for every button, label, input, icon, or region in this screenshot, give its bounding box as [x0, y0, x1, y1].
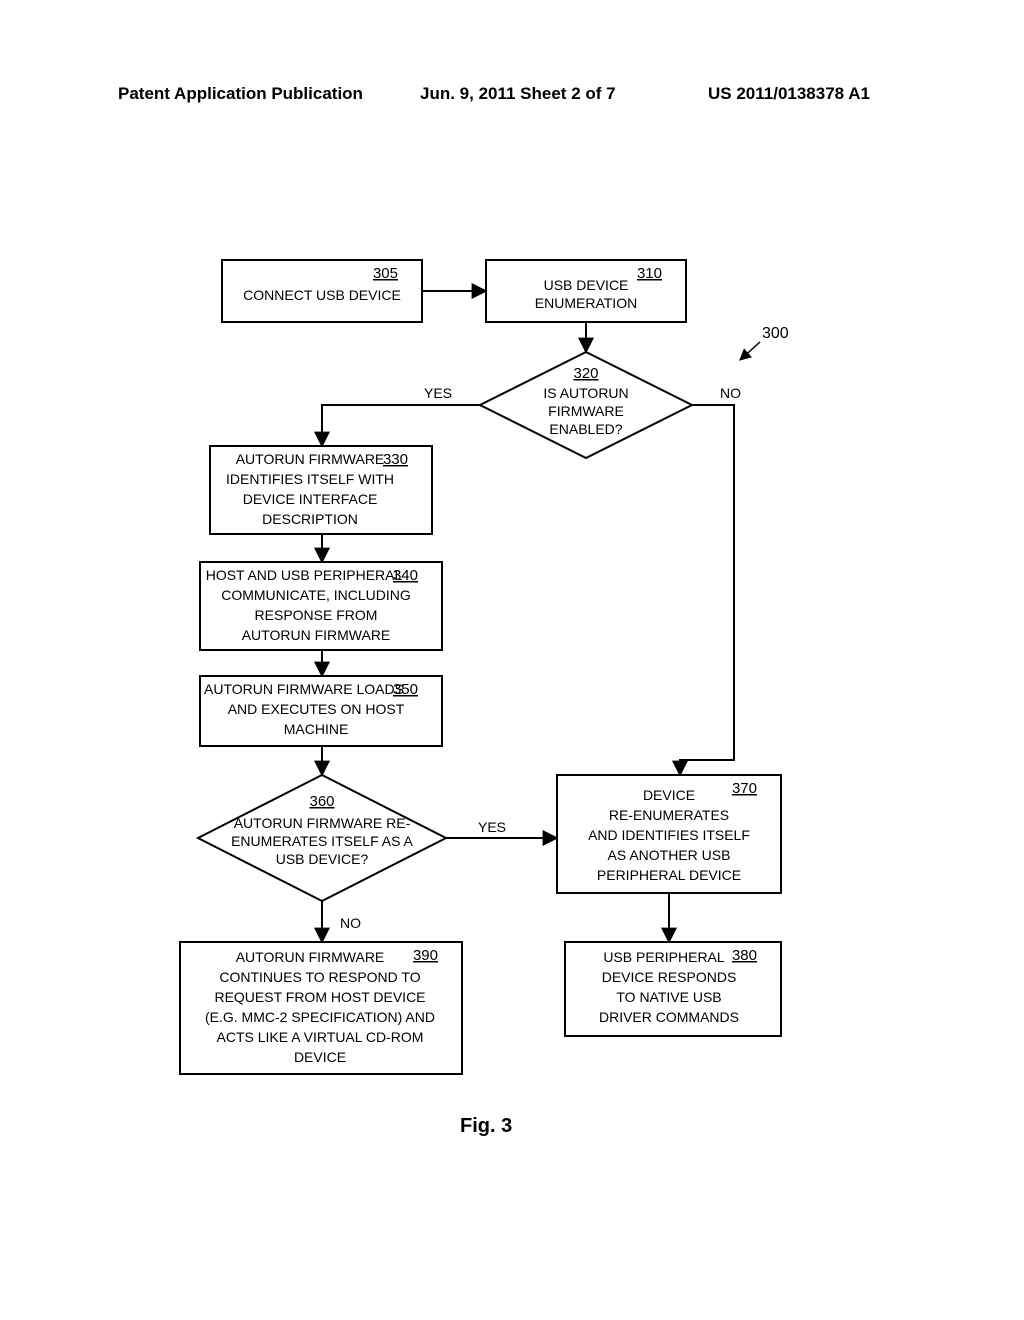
svg-text:ENUMERATES ITSELF AS A: ENUMERATES ITSELF AS A: [231, 833, 413, 849]
svg-text:310: 310: [637, 265, 662, 282]
svg-text:ACTS LIKE A VIRTUAL CD-ROM: ACTS LIKE A VIRTUAL CD-ROM: [217, 1029, 424, 1045]
svg-text:DEVICE RESPONDS: DEVICE RESPONDS: [602, 969, 737, 985]
svg-text:NO: NO: [720, 385, 741, 401]
svg-text:AUTORUN FIRMWARE LOADS: AUTORUN FIRMWARE LOADS: [204, 681, 404, 697]
svg-text:AUTORUN FIRMWARE RE-: AUTORUN FIRMWARE RE-: [234, 815, 411, 831]
svg-text:MACHINE: MACHINE: [284, 721, 349, 737]
node-370: 370 DEVICE RE-ENUMERATES AND IDENTIFIES …: [557, 775, 781, 893]
svg-text:ENABLED?: ENABLED?: [549, 421, 622, 437]
svg-text:AUTORUN FIRMWARE: AUTORUN FIRMWARE: [236, 949, 385, 965]
svg-text:AUTORUN FIRMWARE: AUTORUN FIRMWARE: [236, 451, 385, 467]
svg-text:(E.G. MMC-2 SPECIFICATION) AND: (E.G. MMC-2 SPECIFICATION) AND: [205, 1009, 435, 1025]
svg-text:DESCRIPTION: DESCRIPTION: [262, 511, 358, 527]
svg-text:DEVICE INTERFACE: DEVICE INTERFACE: [243, 491, 378, 507]
svg-text:RESPONSE FROM: RESPONSE FROM: [255, 607, 378, 623]
svg-text:DEVICE: DEVICE: [643, 787, 695, 803]
edge-360-yes: YES: [446, 819, 557, 838]
svg-text:USB DEVICE?: USB DEVICE?: [276, 851, 369, 867]
svg-text:370: 370: [732, 780, 757, 797]
edge-360-no: NO: [322, 901, 361, 942]
node-320: 320 IS AUTORUN FIRMWARE ENABLED?: [480, 352, 692, 458]
node-380: 380 USB PERIPHERAL DEVICE RESPONDS TO NA…: [565, 942, 781, 1036]
svg-text:COMMUNICATE, INCLUDING: COMMUNICATE, INCLUDING: [221, 587, 411, 603]
edge-320-no: NO: [680, 385, 741, 775]
svg-text:HOST AND USB PERIPHERAL: HOST AND USB PERIPHERAL: [206, 567, 403, 583]
svg-text:CONNECT USB DEVICE: CONNECT USB DEVICE: [243, 287, 401, 303]
svg-text:AS ANOTHER USB: AS ANOTHER USB: [608, 847, 731, 863]
svg-text:300: 300: [762, 325, 789, 342]
svg-text:AUTORUN FIRMWARE: AUTORUN FIRMWARE: [242, 627, 391, 643]
svg-text:YES: YES: [478, 819, 506, 835]
node-330: 330 AUTORUN FIRMWARE IDENTIFIES ITSELF W…: [210, 446, 432, 534]
svg-text:390: 390: [413, 947, 438, 964]
svg-text:DEVICE: DEVICE: [294, 1049, 346, 1065]
edge-320-yes: YES: [322, 385, 480, 446]
svg-text:ENUMERATION: ENUMERATION: [535, 295, 637, 311]
svg-text:TO NATIVE USB: TO NATIVE USB: [616, 989, 721, 1005]
svg-text:IDENTIFIES ITSELF WITH: IDENTIFIES ITSELF WITH: [226, 471, 394, 487]
node-305: 305 CONNECT USB DEVICE: [222, 260, 422, 322]
svg-text:NO: NO: [340, 915, 361, 931]
node-340: 340 HOST AND USB PERIPHERAL COMMUNICATE,…: [200, 562, 442, 650]
figure-caption: Fig. 3: [460, 1115, 512, 1138]
svg-text:USB PERIPHERAL: USB PERIPHERAL: [603, 949, 725, 965]
node-360: 360 AUTORUN FIRMWARE RE- ENUMERATES ITSE…: [198, 775, 446, 901]
svg-text:305: 305: [373, 265, 398, 282]
svg-text:380: 380: [732, 947, 757, 964]
svg-text:AND IDENTIFIES ITSELF: AND IDENTIFIES ITSELF: [588, 827, 750, 843]
svg-text:YES: YES: [424, 385, 452, 401]
svg-text:IS AUTORUN: IS AUTORUN: [543, 385, 628, 401]
svg-text:FIRMWARE: FIRMWARE: [548, 403, 624, 419]
svg-text:CONTINUES TO RESPOND TO: CONTINUES TO RESPOND TO: [219, 969, 420, 985]
node-350: 350 AUTORUN FIRMWARE LOADS AND EXECUTES …: [200, 676, 442, 746]
svg-text:REQUEST FROM HOST DEVICE: REQUEST FROM HOST DEVICE: [214, 989, 425, 1005]
page: Patent Application Publication Jun. 9, 2…: [0, 0, 1024, 1320]
svg-text:USB DEVICE: USB DEVICE: [544, 277, 629, 293]
svg-text:360: 360: [309, 793, 334, 810]
svg-text:320: 320: [573, 365, 598, 382]
svg-text:PERIPHERAL DEVICE: PERIPHERAL DEVICE: [597, 867, 741, 883]
diagram-label-300: 300: [740, 325, 789, 360]
svg-text:330: 330: [383, 451, 408, 468]
svg-text:RE-ENUMERATES: RE-ENUMERATES: [609, 807, 729, 823]
svg-text:AND EXECUTES ON HOST: AND EXECUTES ON HOST: [228, 701, 405, 717]
node-310: 310 USB DEVICE ENUMERATION: [486, 260, 686, 322]
svg-text:DRIVER COMMANDS: DRIVER COMMANDS: [599, 1009, 739, 1025]
node-390: 390 AUTORUN FIRMWARE CONTINUES TO RESPON…: [180, 942, 462, 1074]
